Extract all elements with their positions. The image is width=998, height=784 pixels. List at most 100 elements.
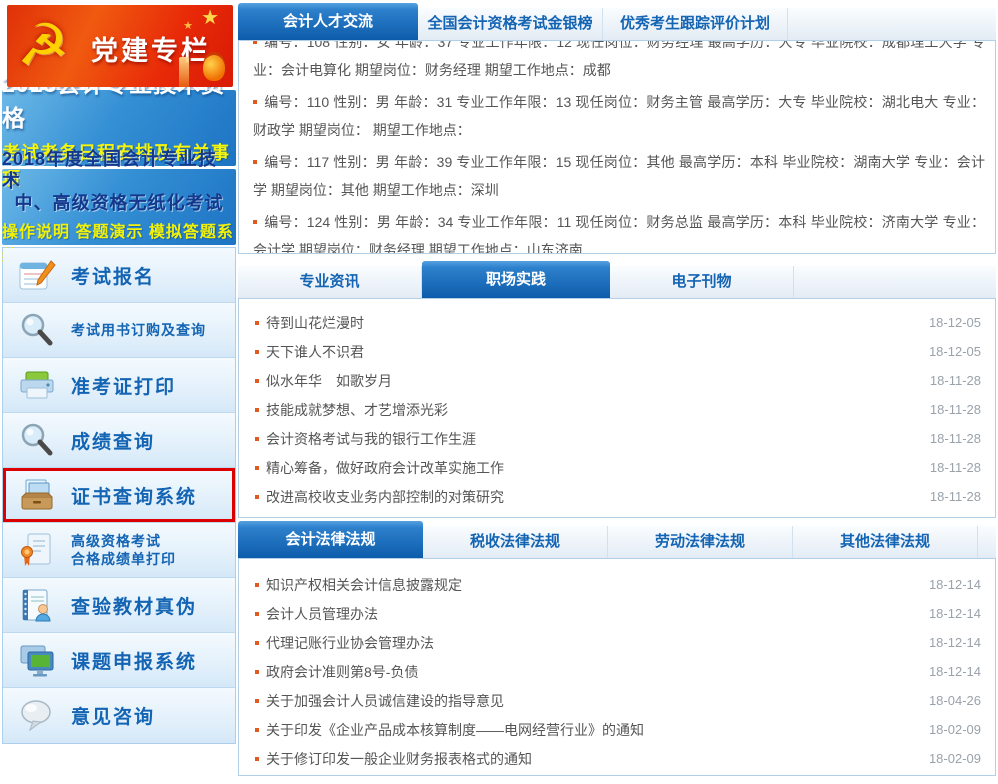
- list-item: 似水年华 如歌岁月 18-11-28: [239, 366, 995, 395]
- magnifier-icon: [15, 309, 59, 351]
- certificate-ribbon-icon: [15, 529, 59, 571]
- article-link[interactable]: 技能成就梦想、才艺增添光彩: [255, 400, 448, 420]
- talent-tabbar: 会计人才交流 全国会计资格考试金银榜 优秀考生跟踪评价计划: [238, 3, 996, 40]
- sidebar-item-label: 成绩查询: [71, 427, 155, 454]
- sidebar: ☭ 党建专栏 ★ ★ 2018会计专业技术资格 考试考务日程安排及有关事项 20…: [0, 0, 238, 784]
- tab-professional-news[interactable]: 专业资讯: [238, 266, 422, 298]
- article-date: 18-11-28: [930, 431, 981, 446]
- tab-talent-exchange[interactable]: 会计人才交流: [238, 3, 418, 40]
- law-link[interactable]: 关于印发《企业产品成本核算制度——电网经营行业》的通知: [255, 720, 644, 740]
- article-link[interactable]: 精心筹备，做好政府会计改革实施工作: [255, 458, 504, 478]
- tab-workplace-practice[interactable]: 职场实践: [422, 261, 610, 298]
- list-item: 关于加强会计人员诚信建设的指导意见 18-04-26: [239, 686, 995, 715]
- paperless-exam-banner[interactable]: 2018年度全国会计专业技术 中、高级资格无纸化考试 操作说明 答题演示 模拟答…: [2, 169, 236, 245]
- sidebar-item-label: 考试用书订购及查询: [71, 320, 206, 340]
- talent-entry: 编号：108 性别：女 年龄：37 专业工作年限：12 现任岗位：财务经理 最高…: [253, 40, 985, 84]
- star-icon: ★: [183, 19, 193, 32]
- list-item: 改进高校收支业务内部控制的对策研究 18-11-28: [239, 482, 995, 511]
- drawer-files-icon: [15, 474, 59, 516]
- list-item: 关于印发《企业产品成本核算制度——电网经营行业》的通知 18-02-09: [239, 715, 995, 744]
- sidebar-item-book-order-search[interactable]: 考试用书订购及查询: [3, 303, 235, 358]
- list-item: 会计资格考试与我的银行工作生涯 18-11-28: [239, 424, 995, 453]
- banner-line: 2018年度全国会计专业技术: [2, 148, 236, 192]
- sidebar-item-exam-registration[interactable]: 考试报名: [3, 248, 235, 303]
- talent-entries: 编号：108 性别：女 年龄：37 专业工作年限：12 现任岗位：财务经理 最高…: [239, 40, 995, 254]
- list-item: 精心筹备，做好政府会计改革实施工作 18-11-28: [239, 453, 995, 482]
- sidebar-item-label: 查验教材真伪: [71, 592, 197, 619]
- printer-icon: [15, 364, 59, 406]
- law-link[interactable]: 知识产权相关会计信息披露规定: [255, 575, 462, 595]
- sidebar-item-label: 证书查询系统: [71, 482, 197, 509]
- sidebar-menu: 考试报名 考试用书订购及查询 准考证打印 成绩查询: [2, 247, 236, 744]
- article-link[interactable]: 待到山花烂漫时: [255, 313, 364, 333]
- laws-tabbar: 会计法律法规 税收法律法规 劳动法律法规 其他法律法规: [238, 521, 996, 558]
- article-link[interactable]: 改进高校收支业务内部控制的对策研究: [255, 487, 504, 507]
- tab-other-laws[interactable]: 其他法律法规: [793, 526, 978, 558]
- articles-list-box: 待到山花烂漫时 18-12-05 天下谁人不识君 18-12-05 似水年华 如…: [238, 298, 996, 518]
- law-link[interactable]: 会计人员管理办法: [255, 604, 378, 624]
- sidebar-item-certificate-search[interactable]: 证书查询系统: [3, 468, 235, 523]
- law-date: 18-04-26: [929, 693, 981, 708]
- article-link[interactable]: 会计资格考试与我的银行工作生涯: [255, 429, 476, 449]
- law-date: 18-02-09: [929, 751, 981, 766]
- tab-e-publications[interactable]: 电子刊物: [610, 266, 794, 298]
- dual-monitor-icon: [15, 639, 59, 681]
- sidebar-item-label: 准考证打印: [71, 372, 176, 399]
- hammer-sickle-icon: ☭: [17, 7, 69, 83]
- law-date: 18-12-14: [929, 606, 981, 621]
- article-date: 18-11-28: [930, 489, 981, 504]
- law-link[interactable]: 关于修订印发一般企业财务报表格式的通知: [255, 749, 532, 769]
- list-item: 政府会计准则第8号-负债 18-12-14: [239, 657, 995, 686]
- list-item: 天下谁人不识君 18-12-05: [239, 337, 995, 366]
- law-link[interactable]: 关于加强会计人员诚信建设的指导意见: [255, 691, 504, 711]
- article-date: 18-11-28: [930, 460, 981, 475]
- tabbar-filler: [978, 526, 996, 558]
- article-link[interactable]: 似水年华 如歌岁月: [255, 371, 392, 391]
- sidebar-item-score-search[interactable]: 成绩查询: [3, 413, 235, 468]
- book-person-icon: [15, 584, 59, 626]
- star-icon: ★: [201, 5, 219, 29]
- list-item: 待到山花烂漫时 18-12-05: [239, 308, 995, 337]
- article-link[interactable]: 天下谁人不识君: [255, 342, 364, 362]
- tab-outstanding-candidates[interactable]: 优秀考生跟踪评价计划: [603, 8, 788, 40]
- list-item: 技能成就梦想、才艺增添光彩 18-11-28: [239, 395, 995, 424]
- sidebar-item-verify-textbook[interactable]: 查验教材真伪: [3, 578, 235, 633]
- tab-labor-laws[interactable]: 劳动法律法规: [608, 526, 793, 558]
- talent-list-box: 编号：108 性别：女 年龄：37 专业工作年限：12 现任岗位：财务经理 最高…: [238, 40, 996, 254]
- law-date: 18-12-14: [929, 664, 981, 679]
- talent-entry: 编号：110 性别：男 年龄：31 专业工作年限：13 现任岗位：财务主管 最高…: [253, 88, 985, 144]
- tab-tax-laws[interactable]: 税收法律法规: [423, 526, 608, 558]
- law-date: 18-12-14: [929, 635, 981, 650]
- sidebar-item-label: 高级资格考试合格成绩单打印: [71, 532, 176, 568]
- list-item: 会计人员管理办法 18-12-14: [239, 599, 995, 628]
- main-content: 会计人才交流 全国会计资格考试金银榜 优秀考生跟踪评价计划 编号：108 性别：…: [238, 0, 998, 784]
- sidebar-item-senior-transcript-print[interactable]: 高级资格考试合格成绩单打印: [3, 523, 235, 578]
- list-item: 代理记账行业协会管理办法 18-12-14: [239, 628, 995, 657]
- article-date: 18-12-05: [929, 344, 981, 359]
- banner-line: 中、高级资格无纸化考试: [15, 192, 224, 214]
- magnifier-icon: [15, 419, 59, 461]
- article-date: 18-12-05: [929, 315, 981, 330]
- talent-entry: 编号：117 性别：男 年龄：39 专业工作年限：15 现任岗位：其他 最高学历…: [253, 148, 985, 204]
- tabbar-filler: [788, 8, 996, 40]
- sidebar-item-project-application[interactable]: 课题申报系统: [3, 633, 235, 688]
- articles-tabbar: 专业资讯 职场实践 电子刊物: [238, 261, 996, 298]
- party-building-banner[interactable]: ☭ 党建专栏 ★ ★: [7, 5, 233, 87]
- tab-accounting-laws[interactable]: 会计法律法规: [238, 521, 423, 558]
- sidebar-item-feedback[interactable]: 意见咨询: [3, 688, 235, 743]
- list-item: 关于修订印发一般企业财务报表格式的通知 18-02-09: [239, 744, 995, 773]
- speech-bubble-icon: [15, 695, 59, 737]
- article-date: 18-11-28: [930, 373, 981, 388]
- party-banner-title: 党建专栏: [91, 29, 211, 68]
- page: ☭ 党建专栏 ★ ★ 2018会计专业技术资格 考试考务日程安排及有关事项 20…: [0, 0, 998, 784]
- sidebar-item-label: 意见咨询: [71, 702, 155, 729]
- sidebar-item-admission-ticket-print[interactable]: 准考证打印: [3, 358, 235, 413]
- laws-list-box: 知识产权相关会计信息披露规定 18-12-14 会计人员管理办法 18-12-1…: [238, 558, 996, 776]
- notepad-pencil-icon: [15, 254, 59, 296]
- tab-gold-silver-list[interactable]: 全国会计资格考试金银榜: [418, 8, 603, 40]
- law-link[interactable]: 代理记账行业协会管理办法: [255, 633, 434, 653]
- law-link[interactable]: 政府会计准则第8号-负债: [255, 662, 418, 682]
- sidebar-item-label: 课题申报系统: [71, 647, 197, 674]
- sidebar-item-label: 考试报名: [71, 262, 155, 289]
- tabbar-filler: [794, 266, 996, 298]
